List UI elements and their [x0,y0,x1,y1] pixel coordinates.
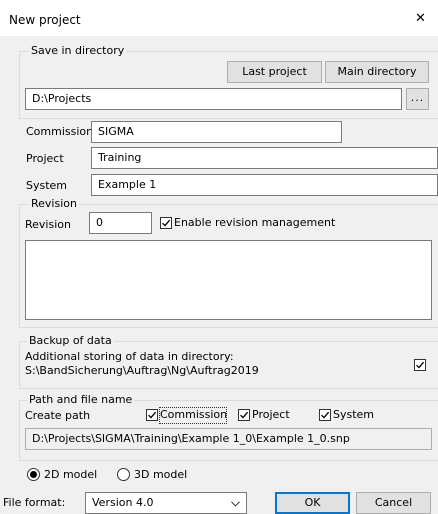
file-format-value: Version 4.0 [92,496,154,509]
close-icon[interactable]: ✕ [415,12,426,26]
backup-checkbox[interactable] [414,359,426,371]
revision-legend: Revision [29,197,79,211]
revision-notes-textarea[interactable] [25,240,432,320]
main-directory-button[interactable]: Main directory [325,61,429,83]
radio-selected-dot [30,471,37,478]
system-input[interactable]: Example 1 [91,174,438,196]
full-path-display: D:\Projects\SIGMA\Training\Example 1_0\E… [25,428,432,450]
path-project-checkbox[interactable] [238,409,250,421]
checkmark-icon [416,361,425,369]
last-project-button[interactable]: Last project [227,61,322,83]
create-path-label: Create path [25,409,91,422]
file-format-select[interactable]: Version 4.0 [85,492,247,514]
radio-3d-model-label: 3D model [134,468,188,481]
chevron-down-icon [231,501,240,507]
backup-description: Additional storing of data in directory: [25,350,234,363]
path-system-checkbox[interactable] [319,409,331,421]
system-label: System [26,179,68,192]
backup-directory-path: S:\BandSicherung\Auftrag\Ng\Auftrag2019 [25,364,259,377]
save-directory-input[interactable]: D:\Projects [25,88,402,110]
commission-label: Commission [26,125,94,138]
revision-label: Revision [25,218,71,231]
path-project-label: Project [252,408,290,421]
project-label: Project [26,152,64,165]
path-commission-checkbox[interactable] [146,409,158,421]
radio-2d-model-label: 2D model [44,468,98,481]
path-legend: Path and file name [27,393,135,407]
ok-button[interactable]: OK [275,492,350,514]
checkmark-icon [148,411,157,419]
backup-legend: Backup of data [27,334,114,348]
cancel-button[interactable]: Cancel [356,492,431,514]
file-format-label: File format: [3,496,66,509]
checkmark-icon [162,219,171,227]
browse-button[interactable]: ... [406,88,429,110]
radio-2d-model[interactable] [27,468,40,481]
commission-input[interactable]: SIGMA [91,121,342,143]
checkmark-icon [321,411,330,419]
path-system-label: System [333,408,375,421]
enable-revision-label: Enable revision management [174,216,336,229]
enable-revision-checkbox[interactable] [160,217,172,229]
save-directory-legend: Save in directory [29,44,127,58]
radio-3d-model[interactable] [117,468,130,481]
project-input[interactable]: Training [91,147,438,169]
window-title: New project [9,13,81,27]
revision-input[interactable]: 0 [89,212,152,234]
path-commission-label: Commission [160,408,228,421]
checkmark-icon [240,411,249,419]
